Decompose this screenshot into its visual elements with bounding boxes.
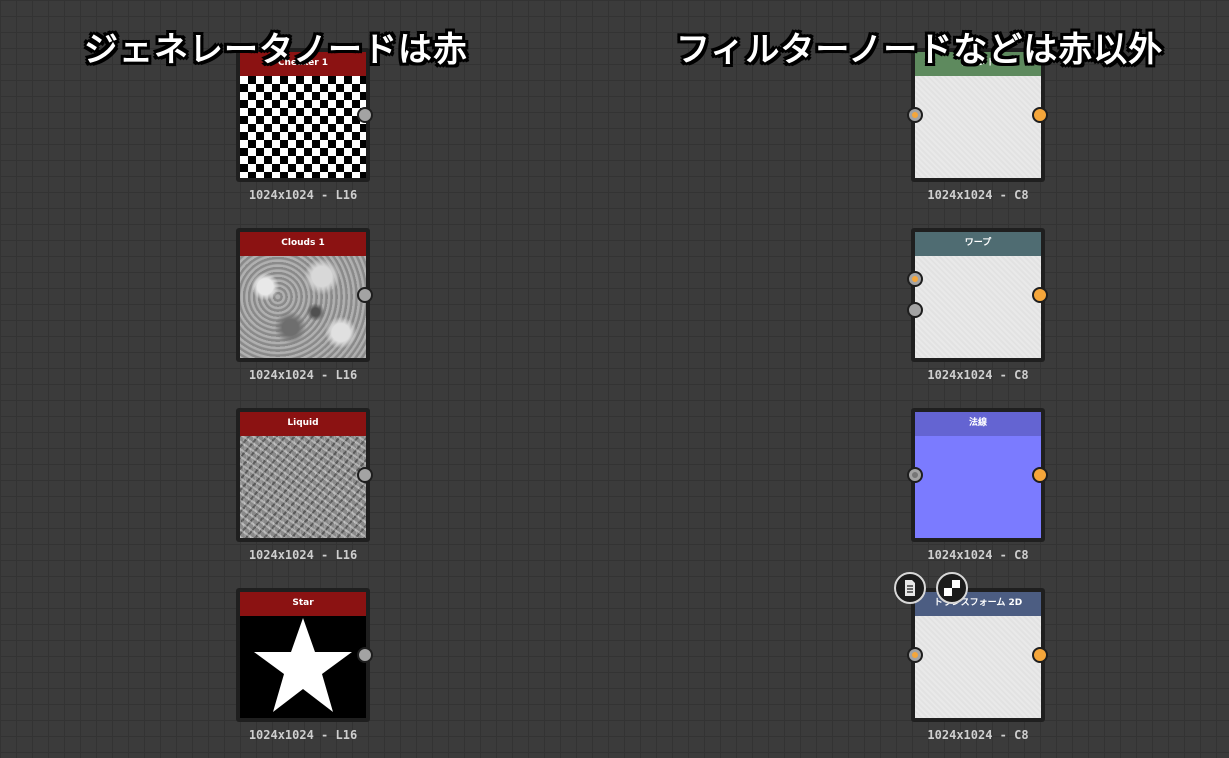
output-port[interactable] <box>357 107 373 123</box>
output-port[interactable] <box>1032 467 1048 483</box>
node-resolution: 1024x1024 - C8 <box>927 188 1029 202</box>
clouds-node[interactable]: Clouds 1 1024x1024 - L16 <box>236 228 373 382</box>
node-title: トランスフォーム 2D <box>915 592 1041 616</box>
node-title: Star <box>240 592 366 616</box>
checker-toggle-icon[interactable] <box>936 572 968 604</box>
input-port[interactable] <box>907 107 923 123</box>
filter-caption: フィルターノードなどは赤以外 <box>676 30 1164 70</box>
document-icon[interactable] <box>894 572 926 604</box>
liquid-preview <box>240 436 366 538</box>
node-resolution: 1024x1024 - L16 <box>248 548 358 562</box>
checker-preview <box>240 76 366 178</box>
transform-preview <box>915 616 1041 718</box>
transform-2d-node[interactable]: トランスフォーム 2D 1024x1024 - C8 <box>907 588 1048 742</box>
output-port[interactable] <box>357 287 373 303</box>
output-port[interactable] <box>1032 647 1048 663</box>
node-resolution: 1024x1024 - C8 <box>927 728 1029 742</box>
star-preview <box>240 616 366 718</box>
clouds-preview <box>240 256 366 358</box>
output-port[interactable] <box>1032 107 1048 123</box>
node-resolution: 1024x1024 - L16 <box>248 728 358 742</box>
node-title: 法線 <box>915 412 1041 436</box>
normal-node[interactable]: 法線 1024x1024 - C8 <box>907 408 1048 562</box>
liquid-node[interactable]: Liquid 1024x1024 - L16 <box>236 408 373 562</box>
node-resolution: 1024x1024 - C8 <box>927 368 1029 382</box>
warp-preview <box>915 256 1041 358</box>
normal-preview <box>915 436 1041 538</box>
node-resolution: 1024x1024 - C8 <box>927 548 1029 562</box>
input-port[interactable] <box>907 467 923 483</box>
output-port[interactable] <box>357 647 373 663</box>
node-title: Clouds 1 <box>240 232 366 256</box>
generator-caption: ジェネレータノードは赤 <box>84 30 468 70</box>
star-node[interactable]: Star 1024x1024 - L16 <box>236 588 373 742</box>
node-resolution: 1024x1024 - L16 <box>248 188 358 202</box>
warp-node[interactable]: ワープ 1024x1024 - C8 <box>907 228 1048 382</box>
input-port-secondary[interactable] <box>907 302 923 318</box>
node-resolution: 1024x1024 - L16 <box>248 368 358 382</box>
node-title: ワープ <box>915 232 1041 256</box>
output-port[interactable] <box>357 467 373 483</box>
node-title: Liquid <box>240 412 366 436</box>
star-shape-icon <box>254 618 352 712</box>
output-port[interactable] <box>1032 287 1048 303</box>
blend-preview <box>915 76 1041 178</box>
input-port[interactable] <box>907 647 923 663</box>
input-port[interactable] <box>907 271 923 287</box>
